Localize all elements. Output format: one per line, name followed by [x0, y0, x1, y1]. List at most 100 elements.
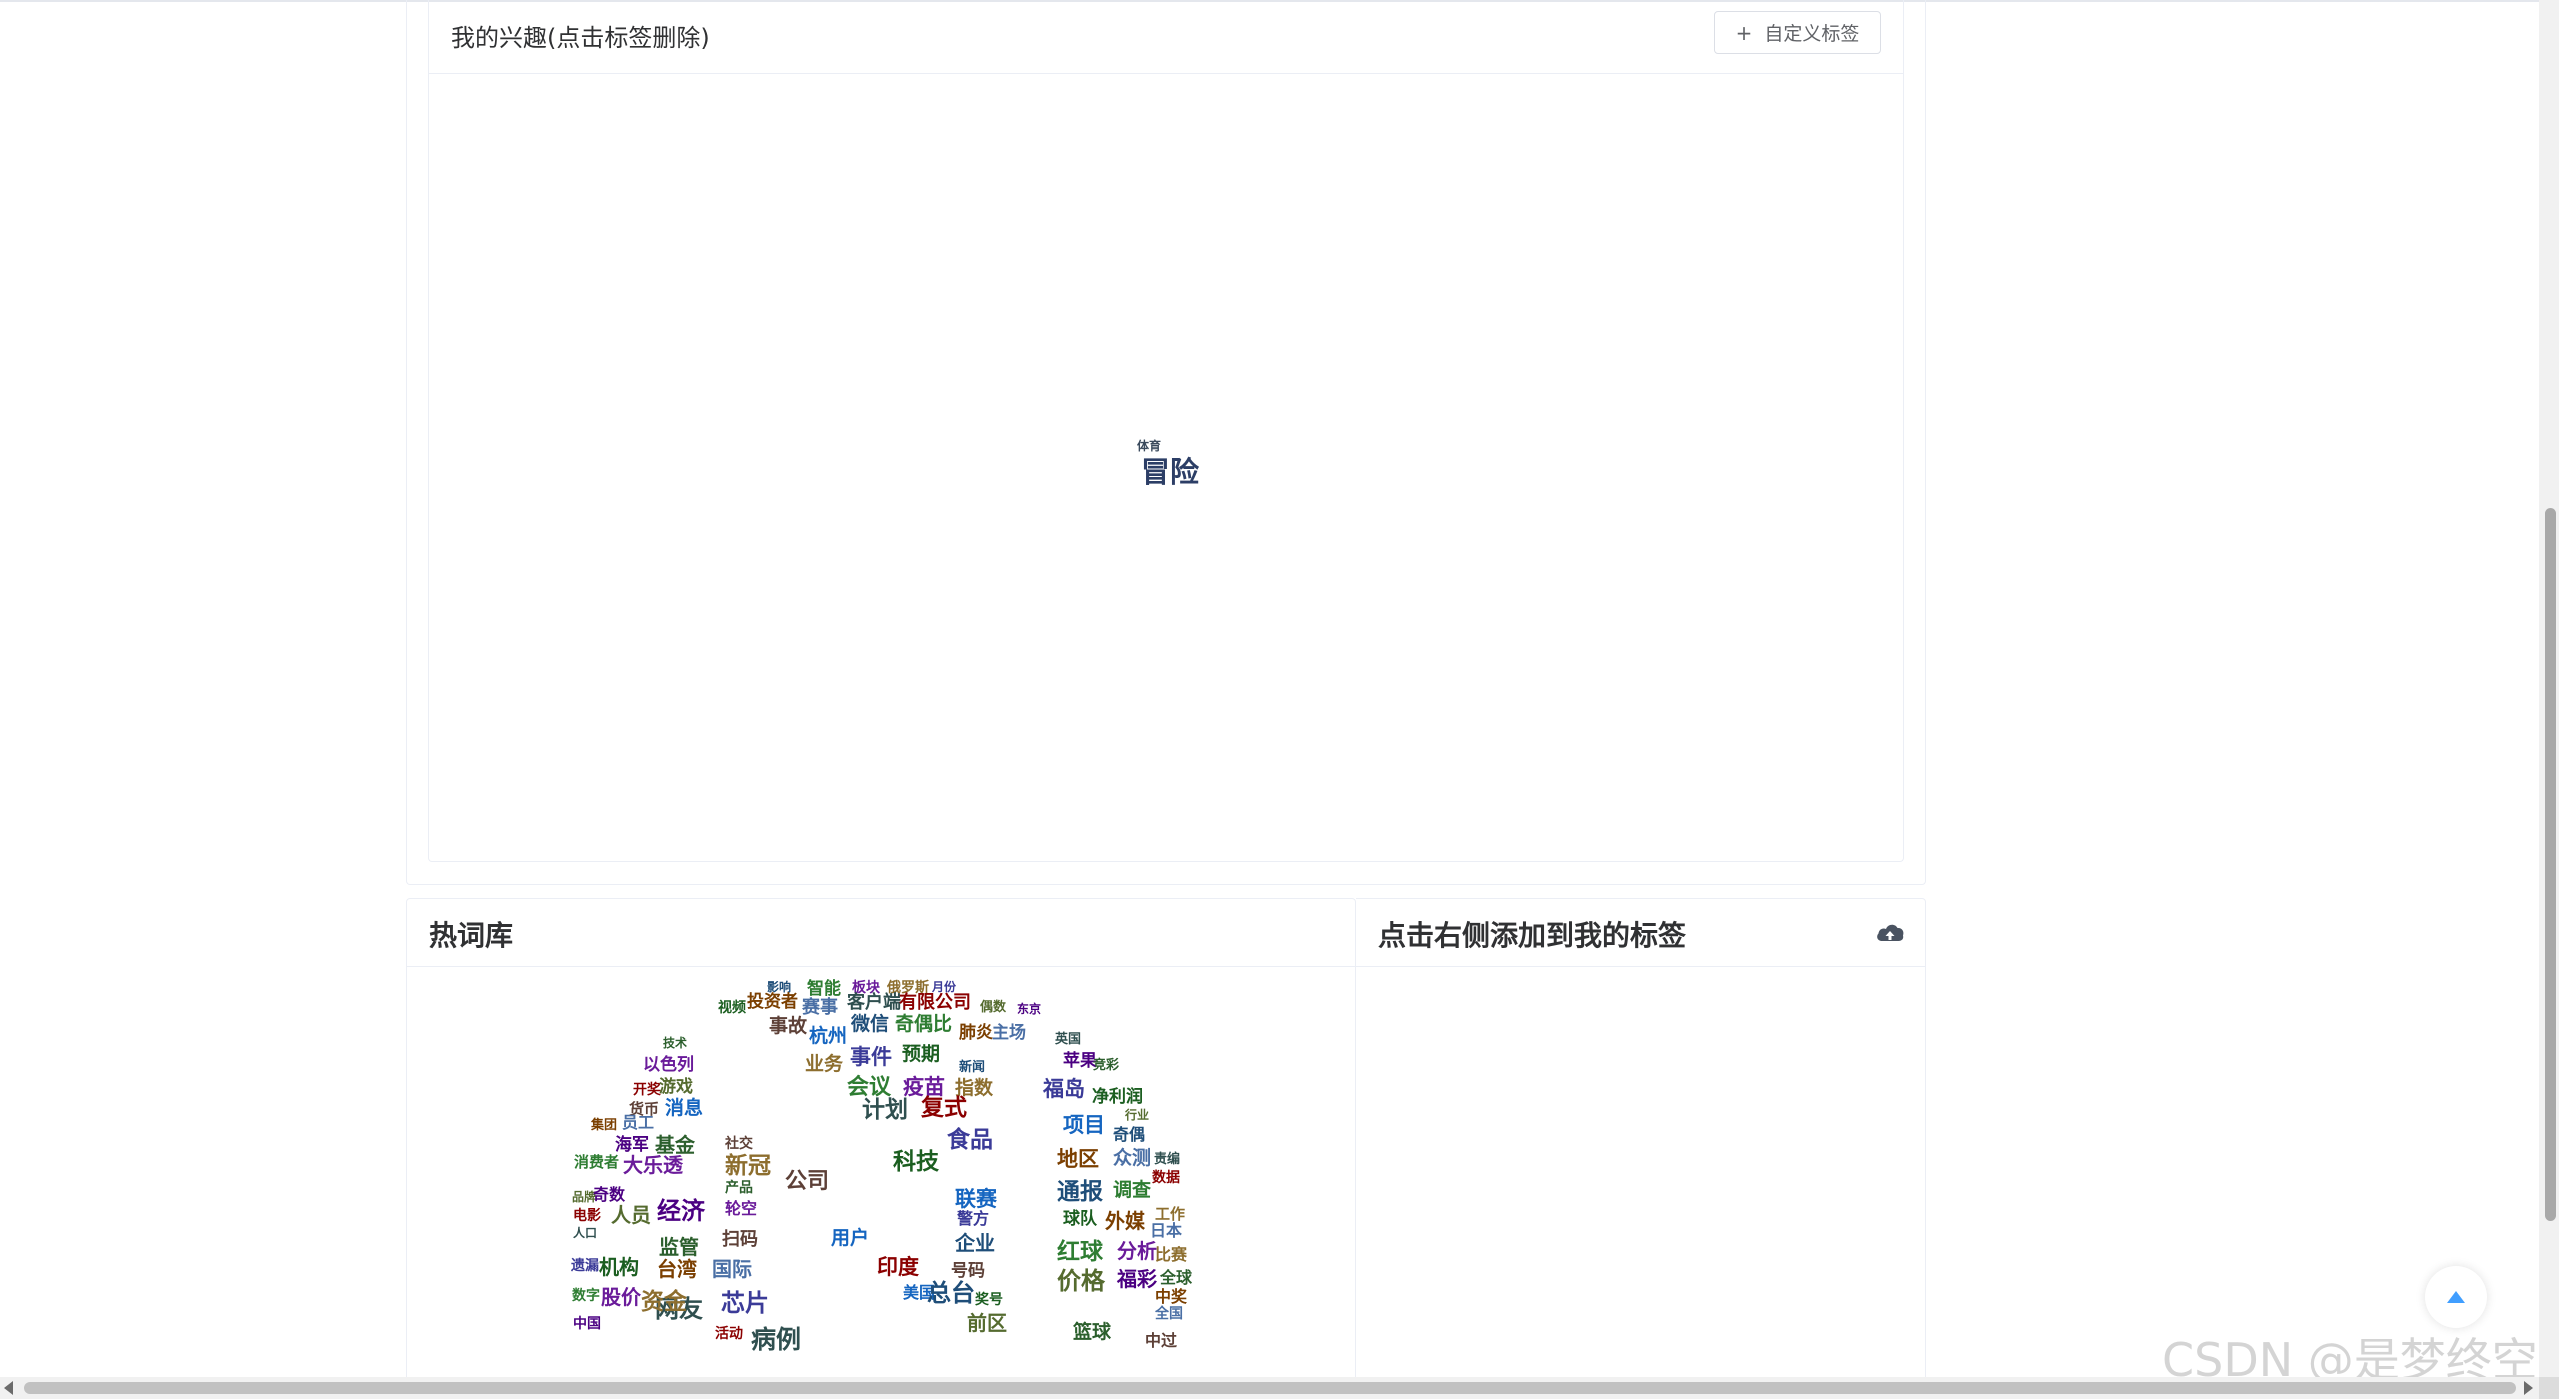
- hot-word[interactable]: 总台: [927, 1281, 975, 1305]
- hot-word[interactable]: 员工: [622, 1115, 654, 1131]
- hot-word[interactable]: 苹果: [1063, 1053, 1097, 1070]
- hot-word[interactable]: 主场: [992, 1025, 1026, 1042]
- hot-word[interactable]: 病例: [751, 1327, 801, 1352]
- hot-word[interactable]: 消费者: [574, 1155, 619, 1170]
- hot-word[interactable]: 数据: [1152, 1171, 1180, 1185]
- hot-word[interactable]: 轮空: [725, 1201, 757, 1217]
- hot-word[interactable]: 分析: [1117, 1241, 1157, 1261]
- hot-word[interactable]: 中奖: [1155, 1289, 1187, 1305]
- cloud-upload-icon[interactable]: [1875, 919, 1905, 945]
- hot-word[interactable]: 开奖: [633, 1083, 661, 1097]
- hot-word[interactable]: 监管: [659, 1237, 699, 1257]
- hot-word[interactable]: 事故: [769, 1017, 807, 1036]
- hot-word[interactable]: 基金: [655, 1135, 695, 1155]
- hot-word[interactable]: 众测: [1113, 1149, 1151, 1168]
- hot-word[interactable]: 产品: [725, 1181, 753, 1195]
- hot-word[interactable]: 比赛: [1155, 1247, 1187, 1263]
- custom-tag-button[interactable]: + 自定义标签: [1714, 11, 1881, 54]
- hot-word[interactable]: 英国: [1055, 1033, 1081, 1046]
- hot-word[interactable]: 海军: [615, 1137, 649, 1154]
- hot-word[interactable]: 以色列: [643, 1057, 694, 1074]
- hot-word[interactable]: 赛事: [802, 999, 838, 1017]
- hot-word[interactable]: 东京: [1017, 1003, 1041, 1015]
- hot-word[interactable]: 联赛: [955, 1189, 997, 1210]
- hot-word[interactable]: 新冠: [725, 1155, 771, 1178]
- hot-word[interactable]: 集团: [591, 1119, 617, 1132]
- hot-word[interactable]: 台湾: [657, 1259, 697, 1279]
- hot-word[interactable]: 微信: [851, 1015, 889, 1034]
- hot-word[interactable]: 国际: [712, 1259, 752, 1279]
- hot-word[interactable]: 红球: [1057, 1241, 1103, 1264]
- hot-word[interactable]: 工作: [1155, 1207, 1185, 1222]
- hot-word[interactable]: 球队: [1063, 1211, 1097, 1228]
- hot-word[interactable]: 人员: [611, 1205, 651, 1225]
- hot-word[interactable]: 杭州: [809, 1027, 847, 1046]
- scroll-left-arrow-icon[interactable]: [4, 1381, 13, 1395]
- hot-word[interactable]: 肺炎: [959, 1025, 993, 1042]
- hot-word[interactable]: 奇数: [593, 1187, 625, 1203]
- hot-word[interactable]: 电影: [573, 1209, 601, 1223]
- hot-word[interactable]: 投资者: [747, 994, 798, 1011]
- hot-word[interactable]: 食品: [947, 1129, 993, 1152]
- hot-word[interactable]: 印度: [877, 1257, 919, 1278]
- hot-word[interactable]: 前区: [967, 1313, 1007, 1333]
- hot-word[interactable]: 遗漏: [571, 1259, 599, 1273]
- hot-word[interactable]: 项目: [1063, 1115, 1105, 1136]
- hot-word[interactable]: 中过: [1145, 1333, 1177, 1349]
- hot-word[interactable]: 行业: [1125, 1109, 1149, 1121]
- hot-word[interactable]: 计划: [862, 1099, 908, 1122]
- hot-word[interactable]: 业务: [805, 1055, 843, 1074]
- hot-word[interactable]: 新闻: [959, 1061, 985, 1074]
- hot-word[interactable]: 科技: [893, 1151, 939, 1174]
- hot-word[interactable]: 智能: [807, 981, 841, 998]
- hot-word[interactable]: 游戏: [659, 1079, 693, 1096]
- hot-word[interactable]: 数字: [572, 1289, 600, 1303]
- horizontal-scrollbar-thumb[interactable]: [24, 1382, 2516, 1394]
- hot-word[interactable]: 预期: [902, 1045, 940, 1064]
- hot-word[interactable]: 社交: [725, 1137, 753, 1151]
- hot-word[interactable]: 用户: [831, 1229, 869, 1248]
- hot-word[interactable]: 竞彩: [1093, 1059, 1119, 1072]
- hot-word[interactable]: 企业: [955, 1233, 995, 1253]
- vertical-scrollbar-thumb[interactable]: [2545, 508, 2556, 1221]
- hot-word[interactable]: 价格: [1057, 1269, 1105, 1293]
- hot-word[interactable]: 事件: [850, 1047, 892, 1068]
- hot-word[interactable]: 资金: [641, 1291, 687, 1314]
- hot-word[interactable]: 号码: [951, 1263, 985, 1280]
- hot-word[interactable]: 外媒: [1105, 1211, 1145, 1231]
- hot-word[interactable]: 会议: [847, 1077, 891, 1099]
- hot-word[interactable]: 责编: [1154, 1153, 1180, 1166]
- hot-word[interactable]: 中国: [573, 1317, 601, 1331]
- hot-word[interactable]: 经济: [657, 1199, 705, 1223]
- hot-word[interactable]: 客户端: [847, 994, 901, 1012]
- hot-word[interactable]: 视频: [718, 1001, 746, 1015]
- hot-word[interactable]: 篮球: [1073, 1323, 1111, 1342]
- interest-tag[interactable]: 冒险: [1141, 449, 1199, 491]
- hot-word[interactable]: 全国: [1155, 1307, 1183, 1321]
- hot-word[interactable]: 福岛: [1043, 1079, 1085, 1100]
- hot-word[interactable]: 通报: [1057, 1181, 1103, 1204]
- hot-word[interactable]: 奇偶比: [895, 1015, 952, 1034]
- hot-word[interactable]: 机构: [599, 1257, 639, 1277]
- hot-word[interactable]: 地区: [1057, 1149, 1099, 1170]
- hot-word[interactable]: 调查: [1113, 1181, 1151, 1200]
- hot-word[interactable]: 复式: [921, 1097, 967, 1120]
- hot-word[interactable]: 全球: [1160, 1270, 1192, 1286]
- hot-word[interactable]: 日本: [1150, 1223, 1182, 1239]
- hot-word[interactable]: 股价: [601, 1287, 641, 1307]
- hot-word[interactable]: 奇偶: [1113, 1127, 1145, 1143]
- hot-word[interactable]: 芯片: [721, 1291, 769, 1315]
- hot-word[interactable]: 大乐透: [623, 1155, 683, 1175]
- hot-word[interactable]: 公司: [785, 1171, 829, 1193]
- hot-word[interactable]: 活动: [715, 1327, 743, 1341]
- hot-word[interactable]: 消息: [665, 1099, 703, 1118]
- hot-word[interactable]: 有限公司: [899, 994, 971, 1012]
- hot-word[interactable]: 扫码: [722, 1231, 758, 1249]
- hot-word[interactable]: 技术: [663, 1037, 687, 1049]
- hot-word[interactable]: 福彩: [1117, 1269, 1157, 1289]
- hot-word[interactable]: 奖号: [975, 1293, 1003, 1307]
- scroll-right-arrow-icon[interactable]: [2524, 1381, 2533, 1395]
- back-to-top-button[interactable]: [2425, 1266, 2487, 1328]
- hot-word[interactable]: 偶数: [980, 1001, 1006, 1014]
- hot-word[interactable]: 警方: [957, 1211, 989, 1227]
